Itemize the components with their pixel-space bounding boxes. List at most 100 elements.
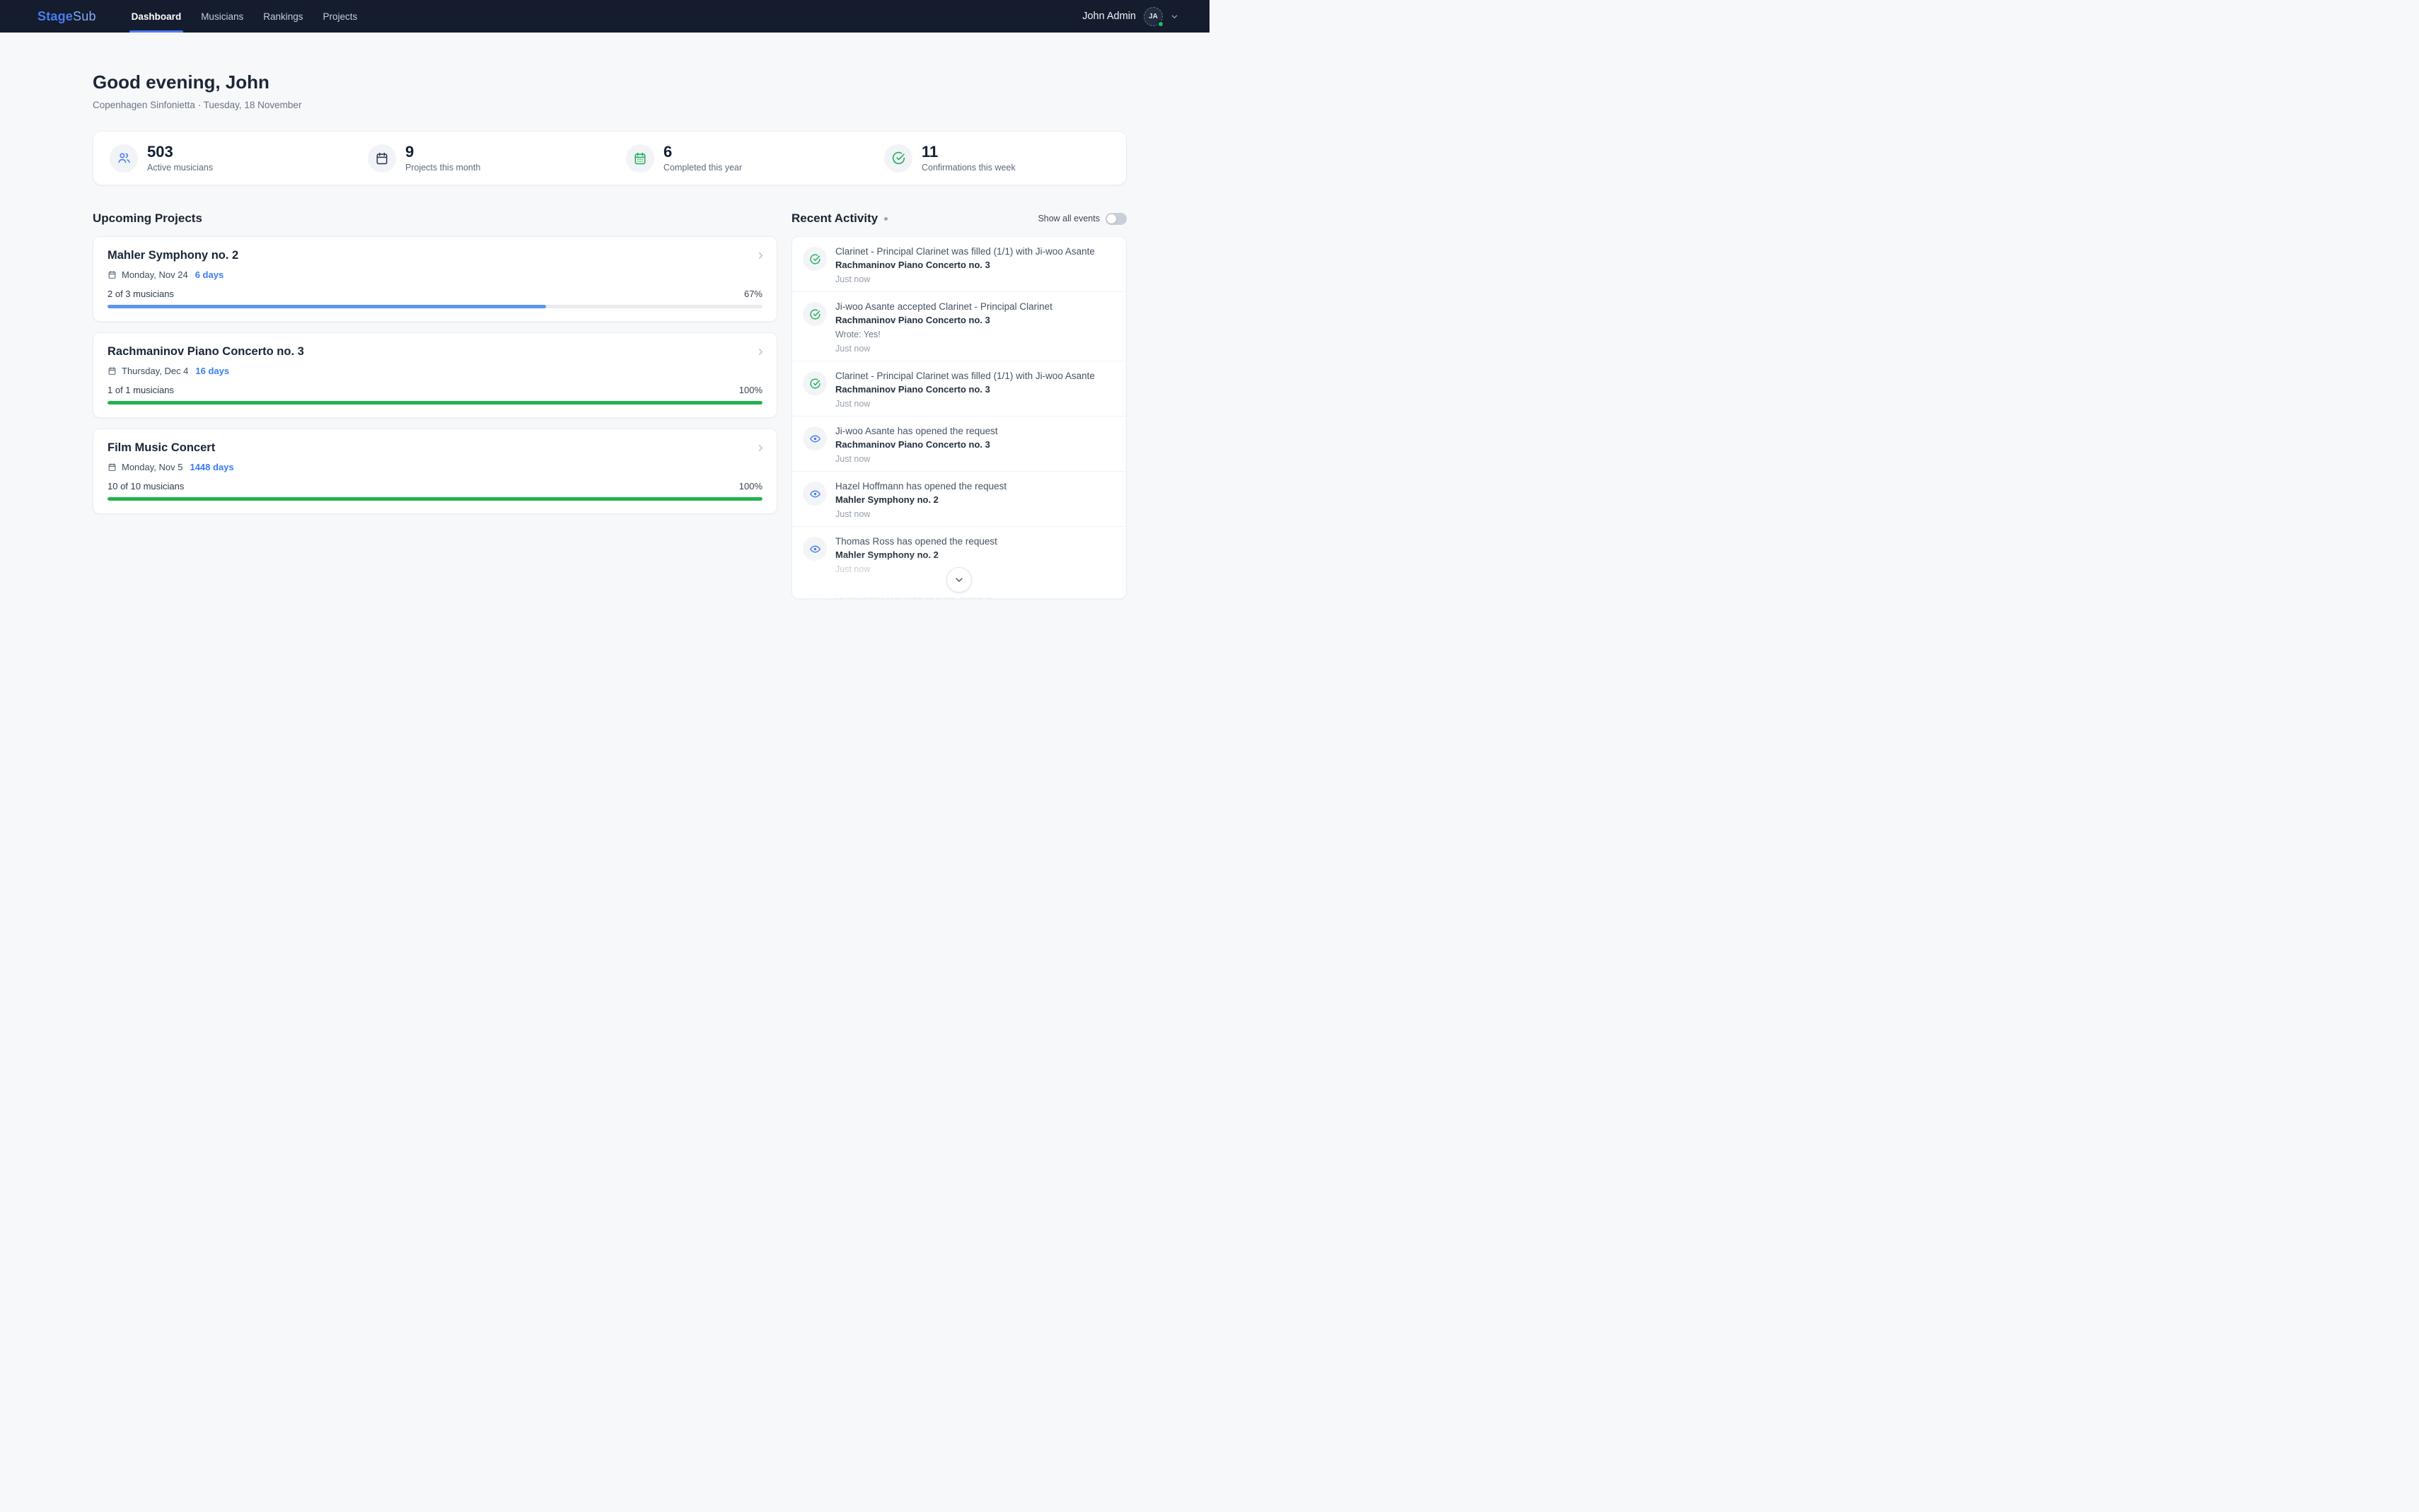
avatar[interactable]: JA (1144, 7, 1163, 26)
check-circle-icon (803, 371, 827, 395)
chevron-right-icon[interactable] (755, 443, 766, 457)
activity-project: Rachmaninov Piano Concerto no. 3 (835, 260, 1095, 270)
project-title: Rachmaninov Piano Concerto no. 3 (108, 345, 762, 359)
project-card[interactable]: Mahler Symphony no. 2 Monday, Nov 24 6 d… (93, 236, 777, 322)
project-days-left[interactable]: 6 days (195, 269, 224, 280)
activity-project: Rachmaninov Piano Concerto no. 3 (835, 315, 1052, 325)
project-musicians-count: 1 of 1 musicians (108, 385, 174, 395)
stat-label: Completed this year (663, 163, 742, 173)
stat-text: 11 Confirmations this week (922, 144, 1016, 172)
project-days-left[interactable]: 16 days (195, 366, 229, 376)
activity-body: Hazel Hoffmann has opened the request Ma… (835, 481, 1007, 519)
nav-item-projects[interactable]: Projects (313, 0, 368, 33)
stat-value: 503 (147, 144, 213, 160)
project-card[interactable]: Rachmaninov Piano Concerto no. 3 Thursda… (93, 332, 777, 418)
project-percent: 67% (744, 289, 762, 299)
stat-value: 11 (922, 144, 1016, 160)
activity-title: Thomas Ross has opened the request (835, 536, 997, 547)
live-indicator-dot (884, 217, 888, 221)
project-date-row: Thursday, Dec 4 16 days (108, 366, 762, 376)
project-date-row: Monday, Nov 5 1448 days (108, 462, 762, 472)
progress-bar-track (108, 305, 762, 308)
activity-project: Mahler Symphony no. 2 (835, 494, 1007, 505)
calendar-icon (368, 144, 396, 173)
app-logo[interactable]: StageSub (37, 9, 96, 24)
calendar-icon (108, 270, 117, 279)
activity-title: Ji-woo Asante has opened the request (835, 426, 998, 436)
chevron-right-icon[interactable] (755, 347, 766, 361)
logo-stage: Stage (37, 9, 73, 23)
recent-activity-heading: Recent Activity (791, 211, 878, 226)
activity-timestamp: Just now (835, 454, 998, 464)
user-name: John Admin (1082, 11, 1136, 22)
user-menu[interactable]: John Admin JA (1082, 7, 1178, 26)
chevron-down-icon[interactable] (1171, 13, 1178, 21)
show-all-events-control: Show all events (1038, 213, 1127, 225)
nav-item-dashboard[interactable]: Dashboard (122, 0, 192, 33)
progress-bar-fill (108, 305, 546, 308)
activity-timestamp: Just now (835, 274, 1095, 284)
activity-project: Rachmaninov Piano Concerto no. 3 (835, 384, 1095, 395)
project-musicians-count: 10 of 10 musicians (108, 481, 184, 492)
nav-item-musicians[interactable]: Musicians (191, 0, 253, 33)
eye-icon (803, 537, 827, 561)
main-nav: Dashboard Musicians Rankings Projects (122, 0, 368, 33)
check-circle-icon (803, 247, 827, 271)
top-navbar: StageSub Dashboard Musicians Rankings Pr… (0, 0, 1210, 33)
activity-item[interactable]: Hazel Hoffmann has opened the request Ma… (792, 471, 1126, 526)
nav-item-rankings[interactable]: Rankings (253, 0, 313, 33)
activity-timestamp: Just now (835, 509, 1007, 519)
eye-icon (803, 482, 827, 506)
activity-item[interactable]: Clarinet - Principal Clarinet was filled… (792, 237, 1126, 291)
stat-projects-this-month: 9 Projects this month (352, 144, 610, 172)
dashboard-page: Good evening, John Copenhagen Sinfoniett… (0, 33, 1210, 599)
activity-project: Rachmaninov Piano Concerto no. 3 (835, 439, 998, 450)
calendar-icon (108, 366, 117, 376)
project-progress-row: 1 of 1 musicians 100% (108, 385, 762, 395)
stat-completed-this-year: 6 Completed this year (610, 144, 868, 172)
page-subtitle: Copenhagen Sinfonietta · Tuesday, 18 Nov… (93, 100, 1127, 110)
stat-label: Projects this month (405, 163, 480, 173)
project-progress-row: 2 of 3 musicians 67% (108, 289, 762, 299)
logo-sub: Sub (73, 9, 96, 23)
progress-bar-fill (108, 401, 762, 405)
progress-bar-track (108, 497, 762, 501)
stat-text: 6 Completed this year (663, 144, 742, 172)
project-title: Film Music Concert (108, 441, 762, 455)
eye-icon (803, 426, 827, 450)
stat-label: Confirmations this week (922, 163, 1016, 173)
activity-timestamp: Just now (835, 399, 1095, 409)
project-date: Thursday, Dec 4 (122, 366, 188, 376)
show-all-events-label: Show all events (1038, 214, 1100, 223)
activity-feed-card: Clarinet - Principal Clarinet was filled… (791, 236, 1127, 599)
activity-body: Selin Santos has opened the request (835, 591, 992, 599)
stat-value: 9 (405, 144, 480, 160)
activity-item[interactable]: Ji-woo Asante has opened the request Rac… (792, 416, 1126, 471)
toggle-knob (1107, 214, 1116, 223)
project-days-left[interactable]: 1448 days (190, 462, 233, 472)
activity-item[interactable]: Ji-woo Asante accepted Clarinet - Princi… (792, 291, 1126, 361)
activity-project: Mahler Symphony no. 2 (835, 549, 997, 560)
activity-body: Thomas Ross has opened the request Mahle… (835, 536, 997, 574)
activity-body: Ji-woo Asante accepted Clarinet - Princi… (835, 301, 1052, 354)
progress-bar-track (108, 401, 762, 405)
chevron-right-icon[interactable] (755, 250, 766, 264)
expand-feed-button[interactable] (946, 567, 972, 593)
eye-icon (803, 592, 827, 599)
progress-bar-fill (108, 497, 762, 501)
show-all-events-toggle[interactable] (1106, 213, 1127, 225)
page-title: Good evening, John (93, 71, 1127, 93)
activity-item[interactable]: Clarinet - Principal Clarinet was filled… (792, 361, 1126, 416)
users-icon (110, 144, 138, 173)
upcoming-projects-section: Upcoming Projects Mahler Symphony no. 2 … (93, 211, 777, 525)
project-progress-row: 10 of 10 musicians 100% (108, 481, 762, 492)
recent-activity-header: Recent Activity Show all events (791, 211, 1127, 226)
project-musicians-count: 2 of 3 musicians (108, 289, 174, 299)
project-date: Monday, Nov 5 (122, 462, 182, 472)
project-percent: 100% (739, 481, 762, 492)
activity-note: Wrote: Yes! (835, 330, 1052, 339)
project-card[interactable]: Film Music Concert Monday, Nov 5 1448 da… (93, 429, 777, 514)
project-date-row: Monday, Nov 24 6 days (108, 269, 762, 280)
stat-label: Active musicians (147, 163, 213, 173)
chevron-down-icon (953, 574, 965, 586)
